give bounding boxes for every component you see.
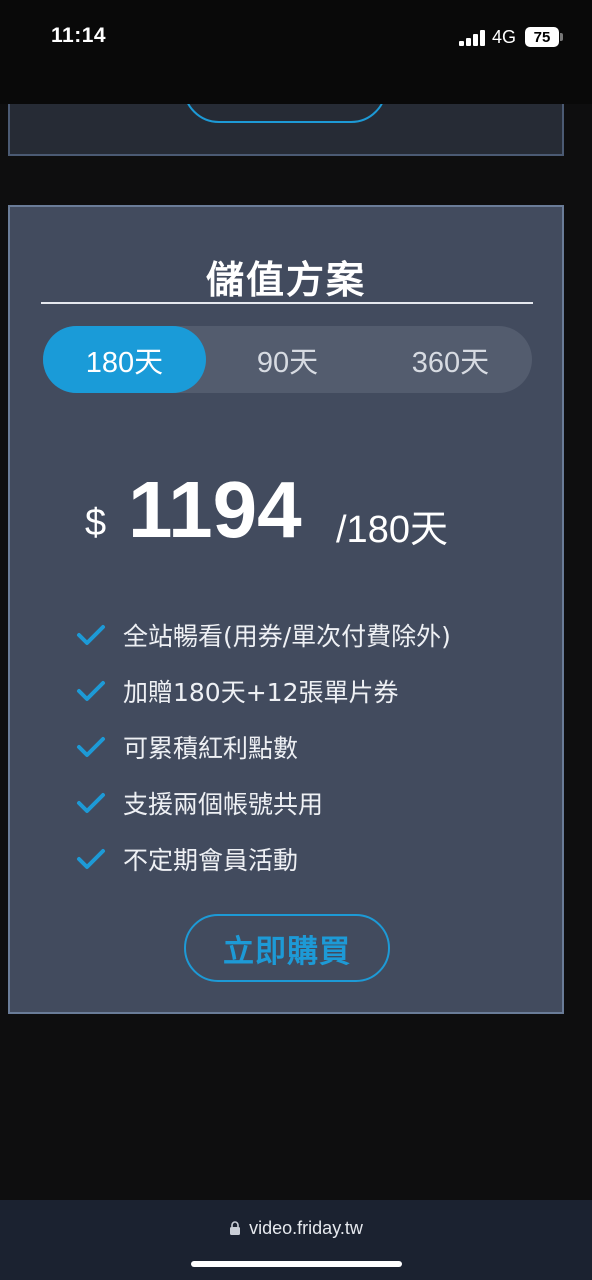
check-icon (77, 737, 105, 757)
feature-item: 支援兩個帳號共用 (76, 775, 451, 831)
price-period: /180天 (336, 509, 448, 551)
feature-list: 全站暢看(用券/單次付費除外) 加贈180天+12張單片券 可累積紅利點數 支援… (76, 607, 451, 887)
tab-180-days[interactable]: 180天 (43, 326, 206, 393)
status-bar: 11:14 4G 75 (0, 0, 592, 104)
network-type: 4G (492, 27, 517, 47)
check-icon (77, 849, 105, 869)
check-icon (77, 681, 105, 701)
lock-icon (230, 1221, 241, 1235)
feature-text: 全站暢看(用券/單次付費除外) (123, 622, 451, 651)
feature-text: 加贈180天+12張單片券 (123, 678, 399, 707)
price-currency: $ (85, 502, 107, 544)
plan-duration-tabs: 180天 90天 360天 (43, 326, 532, 393)
feature-text: 不定期會員活動 (123, 846, 299, 875)
check-icon (77, 793, 105, 813)
title-divider (41, 302, 533, 304)
buy-now-button[interactable]: 立即購買 (184, 914, 390, 982)
feature-item: 可累積紅利點數 (76, 719, 451, 775)
url-text: video.friday.tw (249, 1218, 363, 1238)
home-indicator[interactable] (191, 1261, 402, 1267)
plan-card: 儲值方案 180天 90天 360天 $ 1194 /180天 全站暢看(用券/… (8, 205, 564, 1014)
feature-text: 可累積紅利點數 (123, 734, 299, 763)
status-time: 11:14 (51, 24, 107, 47)
battery-icon: 75 (525, 27, 559, 47)
browser-address-bar[interactable]: video.friday.tw (0, 1200, 592, 1280)
feature-item: 不定期會員活動 (76, 831, 451, 887)
tab-90-days[interactable]: 90天 (206, 326, 369, 393)
tab-360-days[interactable]: 360天 (369, 326, 532, 393)
price-row: $ 1194 /180天 (10, 462, 562, 554)
plan-title: 儲值方案 (205, 258, 366, 302)
check-icon (77, 625, 105, 645)
signal-icon (459, 29, 485, 46)
feature-text: 支援兩個帳號共用 (123, 790, 324, 819)
price-amount: 1194 (128, 465, 302, 554)
feature-item: 加贈180天+12張單片券 (76, 663, 451, 719)
battery-tip (560, 33, 563, 41)
feature-item: 全站暢看(用券/單次付費除外) (76, 607, 451, 663)
url-display[interactable]: video.friday.tw (0, 1218, 592, 1239)
